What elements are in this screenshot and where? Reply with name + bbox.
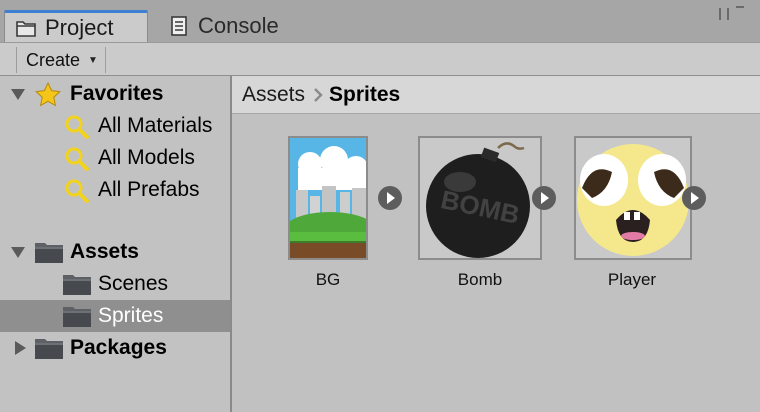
player-face-sprite-image <box>577 144 689 256</box>
play-expand-icon[interactable] <box>680 184 708 212</box>
create-button[interactable]: Create ▼ <box>16 47 106 73</box>
tree-item-label: All Prefabs <box>98 178 200 201</box>
asset-item-bomb[interactable]: BOMB Bomb <box>418 136 568 296</box>
folder-icon <box>63 275 91 295</box>
tree-item-label: All Materials <box>98 114 213 137</box>
folder-icon <box>35 243 63 263</box>
project-toolbar: Create ▼ <box>0 42 760 76</box>
chevron-right-icon <box>314 87 323 102</box>
tree-item-label: Scenes <box>98 272 169 295</box>
tree-item-label: All Models <box>98 146 195 169</box>
tree-item-packages[interactable]: Packages <box>0 332 230 364</box>
tree-item-label: Assets <box>70 240 139 263</box>
foldout-collapsed-icon[interactable] <box>12 340 28 356</box>
foldout-expanded-icon[interactable] <box>10 86 26 102</box>
bomb-sprite-thumbnail: BOMB <box>418 136 542 260</box>
asset-item-player[interactable]: Player <box>574 136 724 296</box>
tab-project[interactable]: Project <box>4 10 148 42</box>
play-expand-icon[interactable] <box>376 184 404 212</box>
tab-console-label: Console <box>198 13 279 38</box>
console-icon <box>171 16 187 36</box>
tree-item-favorites[interactable]: Favorites <box>0 78 230 110</box>
search-icon <box>65 147 89 171</box>
foldout-expanded-icon[interactable] <box>10 244 26 260</box>
search-icon <box>65 179 89 203</box>
breadcrumb-item-sprites[interactable]: Sprites <box>329 83 400 107</box>
dropdown-arrow-icon: ▼ <box>88 54 98 66</box>
tree-item-label: Packages <box>70 336 167 359</box>
tab-console[interactable]: Console <box>162 10 312 42</box>
create-button-label: Create <box>26 49 81 70</box>
folder-icon <box>63 307 91 327</box>
star-icon <box>35 81 61 107</box>
tree-item-label: Sprites <box>98 304 164 327</box>
folder-tree: Favorites All Materials All Models All P… <box>0 76 230 412</box>
background-sprite-thumbnail <box>288 136 368 260</box>
bomb-sprite-image: BOMB <box>426 142 530 258</box>
background-sprite-image <box>290 138 366 258</box>
asset-label: Bomb <box>457 270 503 289</box>
tree-item-label: Favorites <box>70 82 164 105</box>
asset-label: Player <box>607 270 657 289</box>
asset-item-bg[interactable]: BG <box>288 136 408 296</box>
asset-browser: Assets Sprites BG BOMB Bomb Player <box>232 76 760 412</box>
tree-item-scenes[interactable]: Scenes <box>0 268 230 300</box>
panel-menu-icon[interactable] <box>716 4 746 24</box>
tree-item-all-prefabs[interactable]: All Prefabs <box>0 174 230 206</box>
play-expand-icon[interactable] <box>530 184 558 212</box>
folder-icon <box>35 339 63 359</box>
tree-item-sprites[interactable]: Sprites <box>0 300 230 332</box>
breadcrumb-item-assets[interactable]: Assets <box>242 83 305 107</box>
tree-item-all-materials[interactable]: All Materials <box>0 110 230 142</box>
player-face-sprite-thumbnail <box>574 136 692 260</box>
search-icon <box>65 115 89 139</box>
tree-item-assets[interactable]: Assets <box>0 236 230 268</box>
tab-strip: Project Console <box>0 0 760 42</box>
breadcrumb: Assets Sprites <box>232 76 760 114</box>
tab-project-label: Project <box>45 14 114 40</box>
asset-label: BG <box>315 270 341 289</box>
folder-icon <box>16 20 36 37</box>
tree-item-all-models[interactable]: All Models <box>0 142 230 174</box>
